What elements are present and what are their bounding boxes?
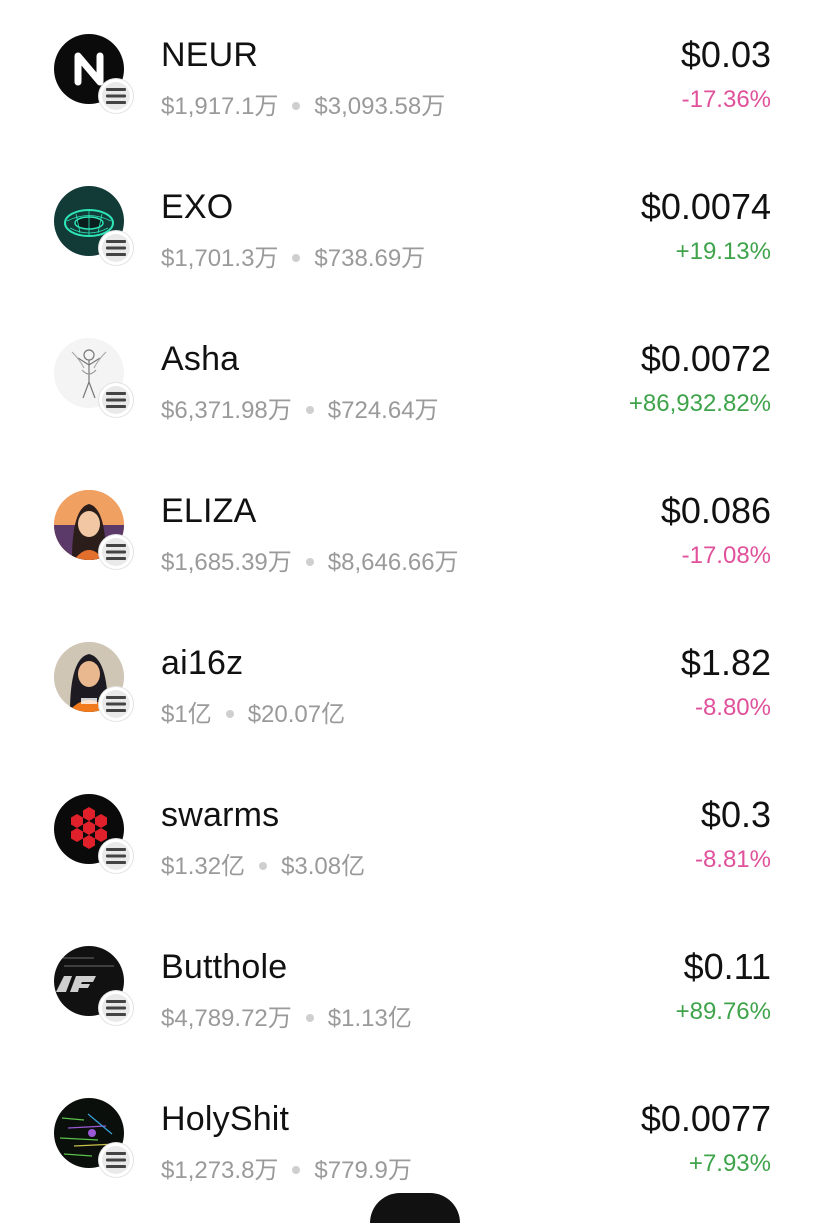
token-name: Asha <box>161 340 240 378</box>
token-volume: $1,917.1万 <box>161 93 279 120</box>
token-market-cap: $20.07亿 <box>247 701 346 728</box>
solana-icon <box>99 839 133 873</box>
separator-dot <box>305 405 314 414</box>
token-stats: $4,789.72万 $1.13亿 <box>161 998 412 1033</box>
solana-icon <box>99 79 133 113</box>
token-market-cap: $3,093.58万 <box>314 93 446 120</box>
token-change: +86,932.82% <box>628 390 771 417</box>
token-row[interactable]: NEUR $1,917.1万 $3,093.58万 $0.03 -17.36% <box>0 0 825 152</box>
separator-dot <box>305 1013 314 1022</box>
token-stats: $1,685.39万 $8,646.66万 <box>161 542 459 577</box>
token-name: EXO <box>161 188 234 226</box>
token-name: Butthole <box>161 948 288 986</box>
solana-icon <box>99 687 133 721</box>
token-stats: $1,917.1万 $3,093.58万 <box>161 86 445 121</box>
token-row[interactable]: ai16z $1亿 $20.07亿 $1.82 -8.80% <box>0 608 825 760</box>
token-change: -17.08% <box>681 542 771 569</box>
token-row[interactable]: ELIZA $1,685.39万 $8,646.66万 $0.086 -17.08… <box>0 456 825 608</box>
token-price: $0.3 <box>700 794 771 835</box>
separator-dot <box>225 709 234 718</box>
separator-dot <box>292 101 301 110</box>
token-market-cap: $1.13亿 <box>327 1005 412 1032</box>
token-volume: $6,371.98万 <box>161 397 292 424</box>
token-name: ai16z <box>161 644 244 682</box>
token-change: +7.93% <box>688 1150 771 1177</box>
token-price: $0.0072 <box>640 338 771 379</box>
separator-dot <box>292 1165 301 1174</box>
token-change: -8.80% <box>694 694 771 721</box>
token-name: HolyShit <box>161 1100 290 1138</box>
token-price: $0.03 <box>680 34 771 75</box>
token-volume: $1,685.39万 <box>161 549 292 576</box>
token-volume: $1亿 <box>161 701 212 728</box>
token-change: +89.76% <box>675 998 771 1025</box>
solana-icon <box>99 383 133 417</box>
token-market-cap: $8,646.66万 <box>327 549 459 576</box>
token-change: +19.13% <box>675 238 771 265</box>
separator-dot <box>292 253 301 262</box>
token-row[interactable]: EXO $1,701.3万 $738.69万 $0.0074 +19.13% <box>0 152 825 304</box>
token-price: $1.82 <box>680 642 771 683</box>
separator-dot <box>259 861 268 870</box>
token-name: ELIZA <box>161 492 257 530</box>
token-stats: $1,273.8万 $779.9万 <box>161 1150 412 1185</box>
token-price: $0.086 <box>660 490 771 531</box>
token-volume: $1,701.3万 <box>161 245 279 272</box>
token-market-cap: $724.64万 <box>327 397 439 424</box>
token-row[interactable]: swarms $1.32亿 $3.08亿 $0.3 -8.81% <box>0 760 825 912</box>
token-stats: $6,371.98万 $724.64万 <box>161 390 439 425</box>
token-price: $0.0077 <box>640 1098 771 1139</box>
token-stats: $1亿 $20.07亿 <box>161 694 345 729</box>
token-change: -17.36% <box>681 86 771 113</box>
solana-icon <box>99 1143 133 1177</box>
token-market-cap: $779.9万 <box>314 1157 412 1184</box>
separator-dot <box>305 557 314 566</box>
token-name: swarms <box>161 796 280 834</box>
token-volume: $4,789.72万 <box>161 1005 292 1032</box>
token-price: $0.0074 <box>640 186 771 227</box>
token-price: $0.11 <box>683 946 771 987</box>
token-name: NEUR <box>161 36 259 74</box>
token-stats: $1.32亿 $3.08亿 <box>161 846 365 881</box>
token-change: -8.81% <box>694 846 771 873</box>
token-market-cap: $738.69万 <box>314 245 426 272</box>
solana-icon <box>99 991 133 1025</box>
token-row[interactable]: Asha $6,371.98万 $724.64万 $0.0072 +86,932.… <box>0 304 825 456</box>
solana-icon <box>99 535 133 569</box>
token-stats: $1,701.3万 $738.69万 <box>161 238 425 273</box>
token-market-cap: $3.08亿 <box>281 853 366 880</box>
floating-action-edge[interactable] <box>370 1193 460 1223</box>
token-volume: $1,273.8万 <box>161 1157 279 1184</box>
solana-icon <box>99 231 133 265</box>
token-volume: $1.32亿 <box>161 853 246 880</box>
token-row[interactable]: Butthole $4,789.72万 $1.13亿 $0.11 +89.76% <box>0 912 825 1064</box>
